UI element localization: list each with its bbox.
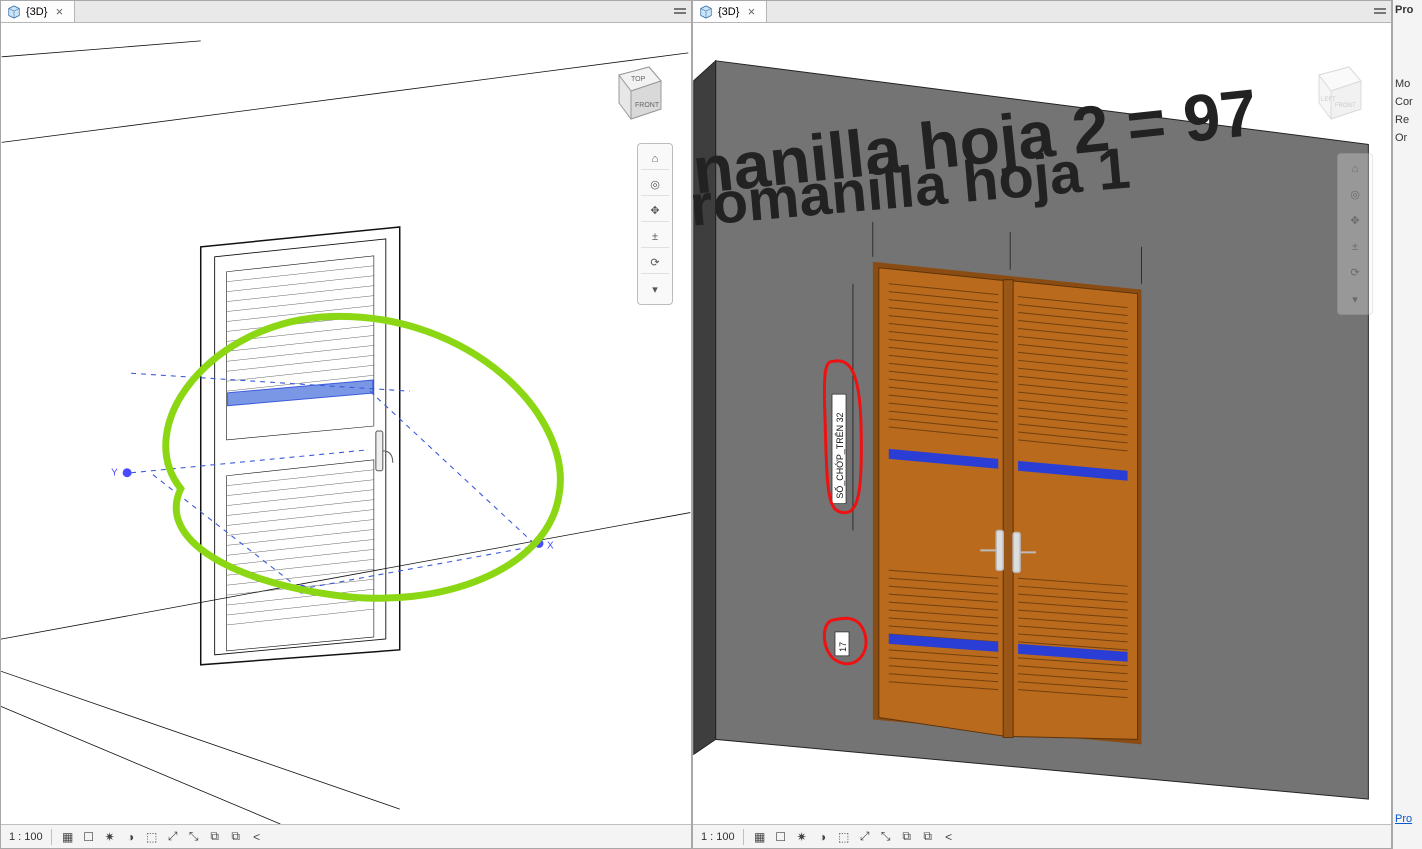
viewcube[interactable]: LEFT FRONT bbox=[1301, 57, 1373, 129]
nav-orbit-icon[interactable]: ⟳ bbox=[641, 252, 669, 274]
viewport-right[interactable]: SỐ_CHỚP_TRÊN 32 17 nanilla hoja 2 = 97 r… bbox=[693, 23, 1391, 824]
vc-more-icon[interactable]: < bbox=[941, 829, 957, 845]
properties-title: Pro bbox=[1395, 4, 1420, 16]
view-tab-label: {3D} bbox=[26, 6, 47, 18]
view-scale[interactable]: 1 : 100 bbox=[9, 831, 43, 843]
vc-shadow-icon[interactable]: ◑ bbox=[815, 829, 831, 845]
vc-detail-icon[interactable]: ▦ bbox=[60, 829, 76, 845]
nav-wheel-icon[interactable]: ◎ bbox=[641, 174, 669, 196]
dim-lower-label: 17 bbox=[838, 642, 848, 652]
nav-pan-icon[interactable]: ✥ bbox=[641, 200, 669, 222]
vc-show-icon[interactable]: ⤢ bbox=[165, 829, 181, 845]
vc-lock-icon[interactable]: ⤡ bbox=[878, 829, 894, 845]
prop-row[interactable]: Mo bbox=[1395, 78, 1420, 90]
vc-sun-icon[interactable]: ✷ bbox=[794, 829, 810, 845]
nav-zoom-icon[interactable]: ± bbox=[1341, 236, 1369, 258]
svg-text:FRONT: FRONT bbox=[635, 102, 660, 109]
vc-more-icon[interactable]: < bbox=[249, 829, 265, 845]
3d-cube-icon bbox=[7, 5, 21, 19]
prop-row[interactable]: Cor bbox=[1395, 96, 1420, 108]
markup-circle bbox=[166, 316, 561, 598]
properties-help-link[interactable]: Pro bbox=[1395, 813, 1420, 825]
vc-reveal-icon[interactable]: ⧉ bbox=[228, 829, 244, 845]
viewport-left[interactable]: Y X TOP FRONT ⌂ ◎ ✥ ± bbox=[1, 23, 691, 824]
tab-menu-icon[interactable] bbox=[673, 5, 687, 19]
vc-reveal-icon[interactable]: ⧉ bbox=[920, 829, 936, 845]
vc-temp-icon[interactable]: ⧉ bbox=[207, 829, 223, 845]
dim-upper-label: SỐ_CHỚP_TRÊN 32 bbox=[834, 412, 845, 498]
nav-wheel-icon[interactable]: ◎ bbox=[1341, 184, 1369, 206]
vc-style-icon[interactable]: ☐ bbox=[81, 829, 97, 845]
vc-crop-icon[interactable]: ⬚ bbox=[144, 829, 160, 845]
prop-row[interactable]: Or bbox=[1395, 132, 1420, 144]
vc-detail-icon[interactable]: ▦ bbox=[752, 829, 768, 845]
nav-zoom-icon[interactable]: ± bbox=[641, 226, 669, 248]
vc-shadow-icon[interactable]: ◑ bbox=[123, 829, 139, 845]
nav-orbit-icon[interactable]: ⟳ bbox=[1341, 262, 1369, 284]
nav-home-icon[interactable]: ⌂ bbox=[641, 148, 669, 170]
axis-x-label: X bbox=[547, 540, 554, 551]
nav-more-icon[interactable]: ▾ bbox=[1341, 288, 1369, 310]
navigation-bar[interactable]: ⌂ ◎ ✥ ± ⟳ ▾ bbox=[1337, 153, 1373, 315]
nav-home-icon[interactable]: ⌂ bbox=[1341, 158, 1369, 180]
svg-text:LEFT: LEFT bbox=[1321, 97, 1336, 103]
vc-show-icon[interactable]: ⤢ bbox=[857, 829, 873, 845]
prop-row[interactable]: Re bbox=[1395, 114, 1420, 126]
close-icon[interactable]: × bbox=[744, 5, 758, 19]
view-scale[interactable]: 1 : 100 bbox=[701, 831, 735, 843]
axis-y-label: Y bbox=[111, 468, 118, 479]
navigation-bar[interactable]: ⌂ ◎ ✥ ± ⟳ ▾ bbox=[637, 143, 673, 305]
view-tab-label: {3D} bbox=[718, 6, 739, 18]
view-control-bar-left: 1 : 100 ▦ ☐ ✷ ◑ ⬚ ⤢ ⤡ ⧉ ⧉ < bbox=[1, 824, 691, 848]
svg-text:TOP: TOP bbox=[631, 76, 646, 83]
nav-more-icon[interactable]: ▾ bbox=[641, 278, 669, 300]
vc-sun-icon[interactable]: ✷ bbox=[102, 829, 118, 845]
vc-lock-icon[interactable]: ⤡ bbox=[186, 829, 202, 845]
view-tab-left[interactable]: {3D} × bbox=[1, 1, 75, 22]
tab-menu-icon[interactable] bbox=[1373, 5, 1387, 19]
properties-panel[interactable]: Pro Mo Cor Re Or Pro bbox=[1392, 0, 1422, 849]
nav-pan-icon[interactable]: ✥ bbox=[1341, 210, 1369, 232]
vc-temp-icon[interactable]: ⧉ bbox=[899, 829, 915, 845]
viewcube[interactable]: TOP FRONT bbox=[601, 57, 673, 129]
close-icon[interactable]: × bbox=[52, 5, 66, 19]
vc-crop-icon[interactable]: ⬚ bbox=[836, 829, 852, 845]
view-control-bar-right: 1 : 100 ▦ ☐ ✷ ◑ ⬚ ⤢ ⤡ ⧉ ⧉ < bbox=[693, 824, 1391, 848]
vc-style-icon[interactable]: ☐ bbox=[773, 829, 789, 845]
view-tab-right[interactable]: {3D} × bbox=[693, 1, 767, 22]
3d-cube-icon bbox=[699, 5, 713, 19]
svg-text:FRONT: FRONT bbox=[1335, 103, 1356, 109]
